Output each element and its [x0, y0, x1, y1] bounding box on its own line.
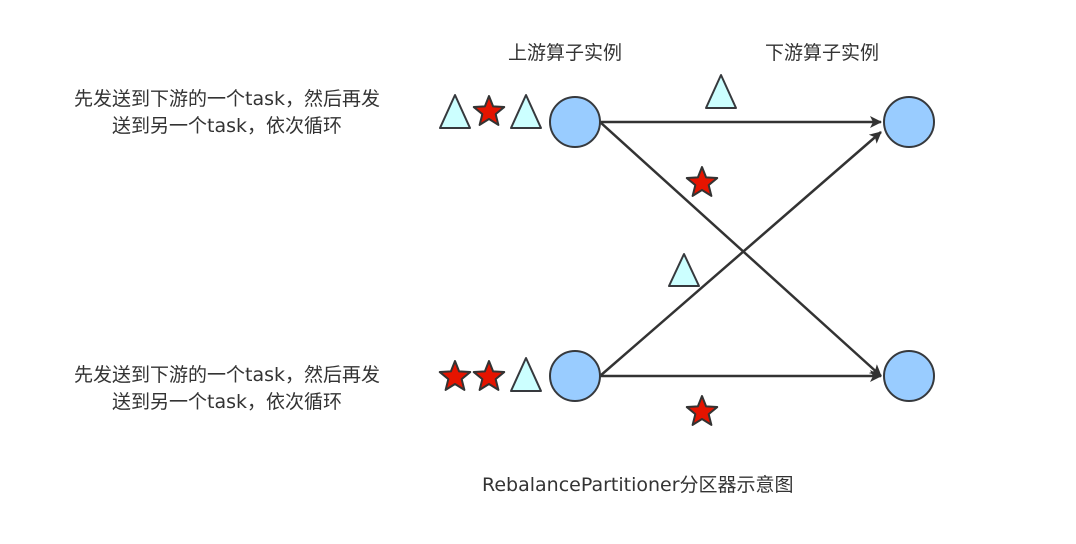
top-description: 先发送到下游的一个task，然后再发 送到另一个task，依次循环	[37, 86, 417, 140]
edge-marker-star-bottom-icon	[685, 395, 719, 426]
upstream-node-top	[549, 96, 601, 148]
queue-top-item-3-triangle-icon	[510, 94, 542, 129]
star-shape	[472, 360, 506, 391]
queue-bottom-item-3-triangle-icon	[510, 357, 542, 392]
queue-top-item-1-triangle-icon	[439, 94, 471, 129]
bottom-description-line-1: 先发送到下游的一个task，然后再发	[74, 364, 380, 386]
downstream-header: 下游算子实例	[765, 42, 880, 64]
bottom-description: 先发送到下游的一个task，然后再发 送到另一个task，依次循环	[37, 362, 417, 416]
diagram-caption: RebalancePartitioner分区器示意图	[482, 474, 794, 496]
queue-bottom-item-2-star-icon	[472, 360, 506, 391]
downstream-node-bottom	[883, 350, 935, 402]
diagram-svg	[438, 74, 935, 426]
star-shape	[685, 166, 719, 197]
diagram-canvas: 上游算子实例 下游算子实例 先发送到下游的一个task，然后再发 送到另一个ta…	[0, 0, 1076, 544]
star-shape	[685, 395, 719, 426]
edge-marker-triangle-top-icon	[705, 74, 737, 109]
bottom-description-line-2: 送到另一个task，依次循环	[112, 391, 342, 413]
star-shape	[472, 95, 506, 126]
top-description-line-2: 送到另一个task，依次循环	[112, 115, 342, 137]
queue-top-item-2-star-icon	[472, 95, 506, 126]
upstream-header: 上游算子实例	[508, 42, 623, 64]
edge-marker-triangle-diagonal-icon	[668, 253, 700, 287]
top-description-line-1: 先发送到下游的一个task，然后再发	[74, 88, 380, 110]
queue-bottom-item-1-star-icon	[438, 360, 472, 391]
star-shape	[438, 360, 472, 391]
upstream-node-bottom	[549, 350, 601, 402]
downstream-node-top	[883, 96, 935, 148]
edge-marker-star-diagonal-icon	[685, 166, 719, 197]
